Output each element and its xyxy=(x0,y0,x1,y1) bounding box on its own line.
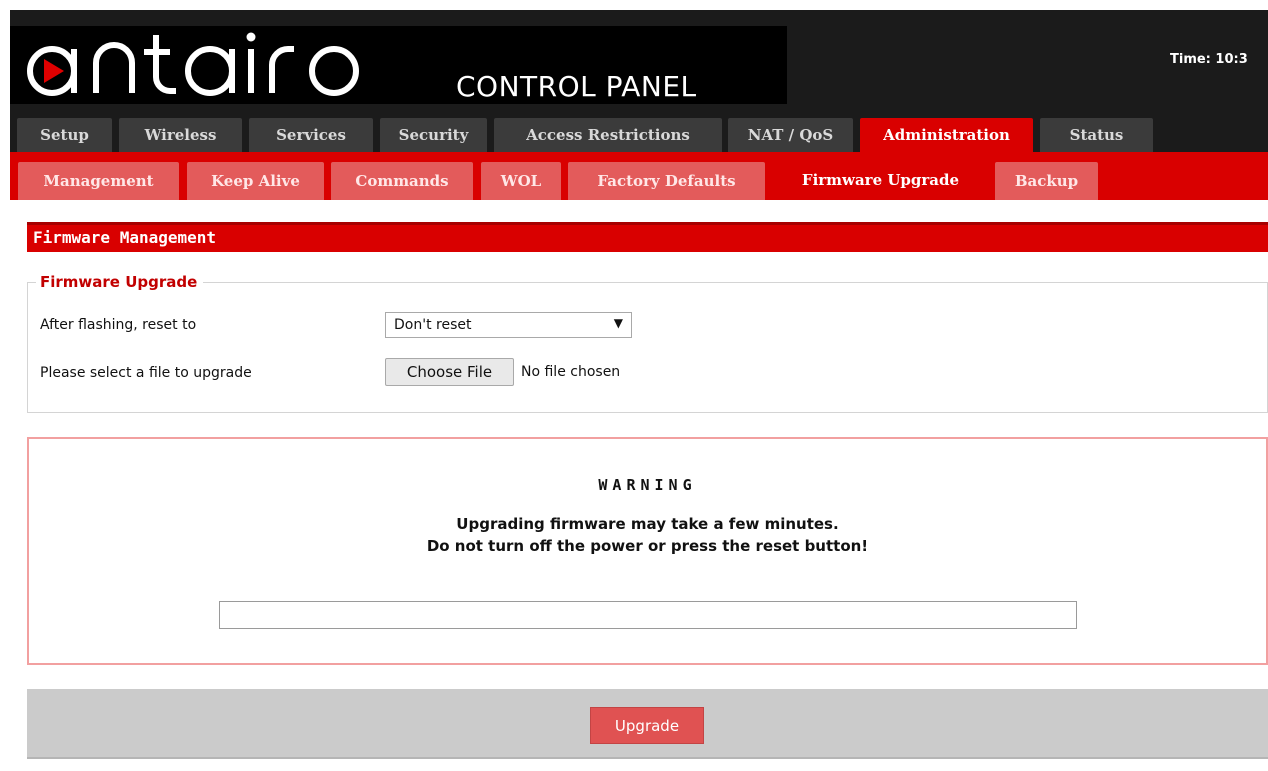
subtab-firmware-upgrade[interactable]: Firmware Upgrade xyxy=(772,160,989,200)
section-title: Firmware Management xyxy=(33,228,217,247)
subtab-commands[interactable]: Commands xyxy=(331,162,473,200)
page: CONTROL PANEL Time: 10:3 Setup Wireless … xyxy=(0,0,1268,771)
file-label: Please select a file to upgrade xyxy=(40,365,252,381)
upgrade-button[interactable]: Upgrade xyxy=(590,707,704,744)
tab-status[interactable]: Status xyxy=(1040,118,1153,152)
subtab-keep-alive[interactable]: Keep Alive xyxy=(187,162,324,200)
reset-select[interactable]: Don't reset ▼ xyxy=(385,312,632,338)
logo-banner: CONTROL PANEL xyxy=(10,26,787,104)
antaira-logo xyxy=(27,32,359,96)
tab-administration[interactable]: Administration xyxy=(860,118,1033,152)
sub-nav: Management Keep Alive Commands WOL Facto… xyxy=(10,152,1268,200)
subtab-factory-defaults[interactable]: Factory Defaults xyxy=(568,162,765,200)
tab-setup[interactable]: Setup xyxy=(17,118,112,152)
warning-line-1: Upgrading firmware may take a few minute… xyxy=(456,515,839,533)
tab-wireless[interactable]: Wireless xyxy=(119,118,242,152)
reset-select-value: Don't reset xyxy=(394,317,472,333)
section-header: Firmware Management xyxy=(27,222,1268,252)
subtab-wol[interactable]: WOL xyxy=(481,162,561,200)
warning-title: WARNING xyxy=(598,476,697,494)
tab-security[interactable]: Security xyxy=(380,118,487,152)
reset-label: After flashing, reset to xyxy=(40,317,197,333)
file-status-text: No file chosen xyxy=(521,364,621,380)
subtab-backup[interactable]: Backup xyxy=(995,162,1098,200)
tab-services[interactable]: Services xyxy=(249,118,373,152)
firmware-upgrade-fieldset: Firmware Upgrade After flashing, reset t… xyxy=(27,273,1268,413)
choose-file-button[interactable]: Choose File xyxy=(385,358,514,386)
dropdown-arrow-icon: ▼ xyxy=(613,316,623,330)
upgrade-progress-bar xyxy=(219,601,1077,629)
footer-bar: Upgrade xyxy=(27,689,1268,759)
header: CONTROL PANEL Time: 10:3 Setup Wireless … xyxy=(10,10,1268,152)
fieldset-legend: Firmware Upgrade xyxy=(36,273,204,291)
warning-panel: WARNING Upgrading firmware may take a fe… xyxy=(27,437,1268,665)
control-panel-title: CONTROL PANEL xyxy=(456,70,697,103)
warning-line-2: Do not turn off the power or press the r… xyxy=(426,537,869,555)
tab-access-restrictions[interactable]: Access Restrictions xyxy=(494,118,722,152)
subtab-management[interactable]: Management xyxy=(18,162,179,200)
tab-nat-qos[interactable]: NAT / QoS xyxy=(728,118,853,152)
time-display: Time: 10:3 xyxy=(1170,52,1248,67)
